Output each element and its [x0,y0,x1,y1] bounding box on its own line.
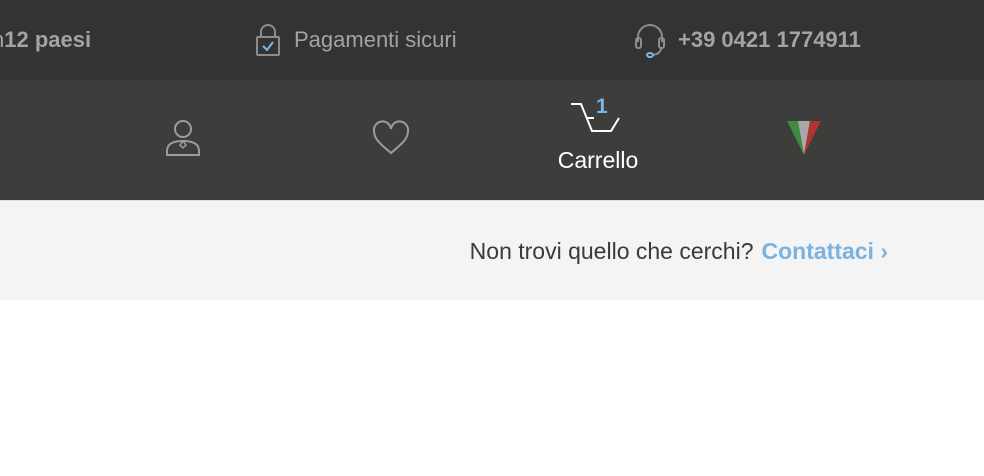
cart-label: Carrello [557,146,639,173]
contact-us-link[interactable]: Contattaci › [762,238,889,265]
main-nav-bar: 1 Carrello [0,80,984,200]
heart-icon [371,120,411,161]
lock-check-icon [254,23,282,57]
top-info-bar: n 12 paesi Pagamenti sicuri +39 0421 177… [0,0,984,80]
contact-prompt-bar: Non trovi quello che cerchi? Contattaci … [0,200,984,300]
secure-payments-label: Pagamenti sicuri [294,27,457,52]
phone-info[interactable]: +39 0421 1774911 [634,0,861,80]
contact-prompt-text: Non trovi quello che cerchi? [469,237,754,264]
secure-payments-info: Pagamenti sicuri [254,0,457,80]
cart-count-badge: 1 [596,94,608,118]
headset-icon [634,22,666,58]
wishlist-button[interactable] [368,80,414,200]
italy-flag-icon [785,119,823,162]
cart-icon-wrapper: 1 [568,95,628,141]
language-selector[interactable] [782,80,826,200]
cart-button[interactable]: 1 Carrello [540,80,656,200]
contact-prompt: Non trovi quello che cerchi? Contattaci … [470,201,888,301]
shipping-countries-info: n 12 paesi [0,0,91,80]
user-icon [164,118,202,163]
account-button[interactable] [160,80,206,200]
phone-number[interactable]: +39 0421 1774911 [678,27,861,53]
cart-icon [568,102,628,145]
shipping-countries-count: 12 paesi [4,27,92,52]
